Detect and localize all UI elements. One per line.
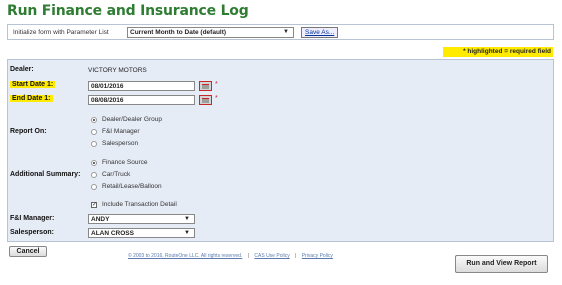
footer-separator: | [295,253,297,259]
include-transaction-detail-checkbox[interactable]: ✓ Include Transaction Detail [91,201,177,208]
report-on-option-label: Salesperson [102,140,139,147]
checkmark-icon: ✓ [91,201,98,208]
summary-option-label: Finance Source [102,159,148,166]
parameter-list-label: Initialize form with Parameter List [13,29,109,36]
summary-option-label: Retail/Lease/Balloon [102,183,162,190]
report-on-label: Report On: [10,128,47,135]
additional-summary-label: Additional Summary: [10,171,81,178]
page-title: Run Finance and Insurance Log [7,3,249,19]
report-form-panel: Dealer: VICTORY MOTORS Start Date 1: 08/… [7,59,554,242]
parameter-list-value: Current Month to Date (default) [130,29,227,36]
fi-manager-label: F&I Manager: [10,215,55,222]
parameter-list-bar: Initialize form with Parameter List Curr… [7,24,554,40]
fi-manager-value: ANDY [91,216,110,223]
start-date-input[interactable]: 08/01/2016 [88,81,195,91]
chevron-down-icon: ▼ [184,230,190,236]
cancel-button[interactable]: Cancel [9,246,47,257]
radio-icon [91,140,97,147]
privacy-policy-link[interactable]: Privacy Policy [302,253,333,259]
report-on-option-dealer[interactable]: Dealer/Dealer Group [91,116,162,123]
save-as-button[interactable]: Save As... [301,27,339,38]
report-on-option-fi-manager[interactable]: F&I Manager [91,128,140,135]
fi-manager-select[interactable]: ANDY ▼ [88,214,195,224]
report-on-option-label: Dealer/Dealer Group [102,116,162,123]
required-mark: * [215,95,218,102]
footer: © 2003 to 2016, RouteOne LLC. All rights… [128,253,333,259]
end-date-label: End Date 1: [10,95,53,102]
radio-selected-icon [91,116,97,123]
start-date-label: Start Date 1: [10,81,56,88]
required-field-note: * highlighted = required field [443,47,553,57]
dealer-value: VICTORY MOTORS [88,67,147,74]
summary-option-finance-source[interactable]: Finance Source [91,159,148,166]
chevron-down-icon: ▼ [184,216,190,222]
radio-icon [91,128,97,135]
salesperson-label: Salesperson: [10,229,54,236]
run-and-view-report-button[interactable]: Run and View Report [455,255,548,273]
footer-separator: | [247,253,250,259]
end-date-input[interactable]: 08/08/2016 [88,95,195,105]
calendar-icon[interactable] [199,81,212,91]
summary-option-car-truck[interactable]: Car/Truck [91,171,130,178]
summary-option-retail-lease-balloon[interactable]: Retail/Lease/Balloon [91,183,162,190]
salesperson-select[interactable]: ALAN CROSS ▼ [88,228,195,238]
calendar-icon[interactable] [199,95,212,105]
report-on-option-label: F&I Manager [102,128,140,135]
parameter-list-select[interactable]: Current Month to Date (default) ▼ [127,27,294,38]
summary-option-label: Car/Truck [102,171,131,178]
radio-icon [91,171,97,178]
chevron-down-icon: ▼ [283,29,289,35]
copyright-link[interactable]: © 2003 to 2016, RouteOne LLC. All rights… [128,253,242,259]
radio-selected-icon [91,159,97,166]
required-mark: * [215,81,218,88]
dealer-label: Dealer: [10,66,34,73]
radio-icon [91,183,97,190]
salesperson-value: ALAN CROSS [91,230,134,237]
cas-use-policy-link[interactable]: CAS Use Policy [254,253,289,259]
report-on-option-salesperson[interactable]: Salesperson [91,140,138,147]
include-transaction-detail-label: Include Transaction Detail [102,201,177,208]
